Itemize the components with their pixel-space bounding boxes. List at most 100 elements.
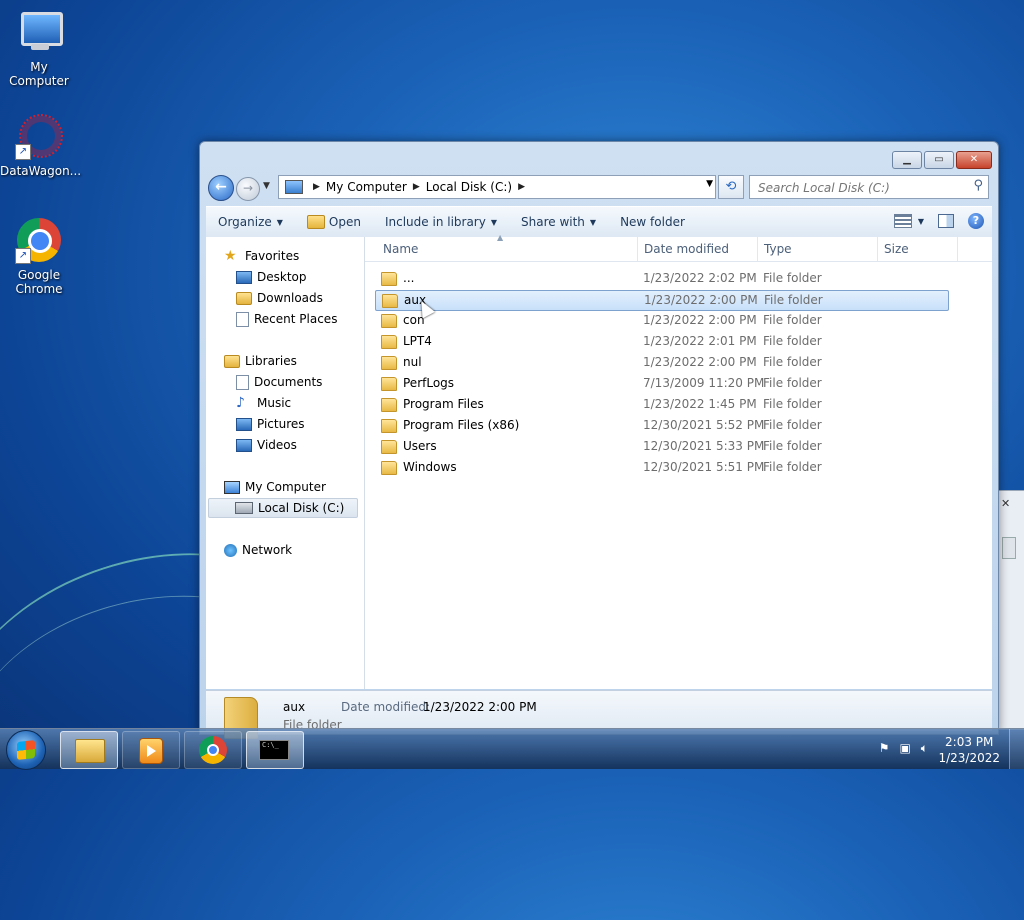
folder-icon	[381, 440, 397, 454]
search-box[interactable]: ⚲	[749, 175, 989, 199]
command-prompt-icon: C:\_	[259, 740, 289, 760]
table-row[interactable]: LPT4 1/23/2022 2:01 PM File folder	[375, 332, 947, 351]
column-divider[interactable]	[877, 237, 878, 261]
breadcrumb-local-disk[interactable]: Local Disk (C:)	[426, 180, 512, 194]
background-window[interactable]: ✕	[998, 490, 1024, 730]
new-folder-button[interactable]: New folder	[608, 215, 697, 229]
table-row[interactable]: Program Files (x86) 12/30/2021 5:52 PM Fil…	[375, 416, 947, 435]
nav-music[interactable]: ♪ Music	[236, 393, 291, 413]
scrollbar-thumb[interactable]	[1002, 537, 1016, 559]
column-header-name[interactable]: Name	[383, 242, 418, 256]
nav-libraries[interactable]: Libraries	[224, 351, 297, 371]
change-view-button[interactable]: ▼	[893, 214, 924, 228]
close-icon[interactable]: ✕	[1001, 497, 1010, 510]
table-row-selected[interactable]: aux 1/23/2022 2:00 PM File folder	[375, 290, 949, 311]
nav-videos[interactable]: Videos	[236, 435, 297, 455]
table-row[interactable]: Users 12/30/2021 5:33 PM File folder	[375, 437, 947, 456]
breadcrumb-my-computer[interactable]: My Computer	[326, 180, 407, 194]
share-with-button[interactable]: Share with ▼	[509, 215, 608, 229]
column-header-type[interactable]: Type	[764, 242, 792, 256]
nav-recent-places[interactable]: Recent Places	[236, 309, 337, 329]
taskbar-media-player-button[interactable]	[122, 731, 180, 769]
desktop-icon-google-chrome[interactable]: ↗ Google Chrome	[0, 216, 78, 296]
breadcrumb-arrow-icon[interactable]: ▶	[518, 182, 525, 192]
file-date: 1/23/2022 2:02 PM	[643, 271, 757, 285]
file-type: File folder	[763, 439, 822, 453]
details-name: aux	[283, 700, 306, 714]
show-desktop-button[interactable]	[1009, 729, 1024, 769]
table-row[interactable]: con 1/23/2022 2:00 PM File folder	[375, 311, 947, 330]
preview-pane-icon[interactable]	[938, 214, 954, 228]
column-divider[interactable]	[757, 237, 758, 261]
folder-icon	[382, 294, 398, 308]
open-button[interactable]: Open	[295, 215, 373, 229]
taskbar-cmd-button[interactable]: C:\_	[246, 731, 304, 769]
new-folder-label: New folder	[620, 215, 685, 229]
breadcrumb-arrow-icon[interactable]: ▶	[313, 182, 320, 192]
windows-logo-icon	[17, 740, 35, 760]
column-divider[interactable]	[637, 237, 638, 261]
nav-documents[interactable]: Documents	[236, 372, 322, 392]
videos-icon	[236, 438, 252, 452]
file-name: PerfLogs	[403, 376, 455, 390]
search-icon[interactable]: ⚲	[973, 178, 983, 193]
column-header-date[interactable]: Date modified	[644, 242, 729, 256]
datawagon-icon: ↗	[15, 112, 63, 160]
nav-libraries-label: Libraries	[245, 354, 297, 368]
nav-local-disk[interactable]: Local Disk (C:)	[208, 498, 358, 518]
navigation-pane: ★ Favorites Desktop Downloads Recent Plac…	[206, 237, 365, 689]
forward-button[interactable]: →	[236, 177, 260, 201]
history-dropdown-icon[interactable]: ▼	[263, 181, 270, 191]
nav-favorites[interactable]: ★ Favorites	[224, 246, 299, 266]
desktop-icon-datawagon[interactable]: ↗ DataWagon...	[0, 112, 81, 178]
column-divider[interactable]	[957, 237, 958, 261]
volume-icon[interactable]: 🔈︎	[921, 741, 928, 756]
search-input[interactable]	[756, 178, 960, 198]
nav-pictures[interactable]: Pictures	[236, 414, 305, 434]
action-center-flag-icon[interactable]: ⚑	[879, 741, 890, 756]
view-controls: ▼ ?	[893, 213, 984, 229]
table-row[interactable]: Program Files 1/23/2022 1:45 PM File folde…	[375, 395, 947, 414]
start-button[interactable]	[6, 730, 46, 770]
taskbar-explorer-button[interactable]	[60, 731, 118, 769]
back-button[interactable]: ←	[208, 175, 234, 201]
taskbar-chrome-button[interactable]	[184, 731, 242, 769]
file-list: ▲ Name Date modified Type Size ... 1/23/2…	[365, 233, 992, 689]
nav-desktop-label: Desktop	[257, 270, 307, 284]
file-type: File folder	[763, 397, 822, 411]
minimize-button[interactable]: ▁	[892, 151, 922, 169]
file-date: 1/23/2022 2:00 PM	[643, 313, 757, 327]
refresh-button[interactable]: ⟲	[718, 175, 744, 199]
help-icon[interactable]: ?	[968, 213, 984, 229]
address-dropdown-icon[interactable]: ▼	[706, 179, 713, 189]
explorer-window: ▁ ▭ ✕ ← → ▼ ▶ My Computer ▶ Local Disk (…	[199, 141, 999, 739]
address-bar[interactable]: ▶ My Computer ▶ Local Disk (C:) ▶ ▼	[278, 175, 716, 199]
file-name: Program Files	[403, 397, 484, 411]
details-date-label: Date modified:	[341, 700, 431, 714]
taskbar: C:\_ ⚑ ▣ 🔈︎ 2:03 PM 1/23/2022	[0, 728, 1024, 770]
table-row[interactable]: Windows 12/30/2021 5:51 PM File folder	[375, 458, 947, 477]
open-label: Open	[328, 215, 361, 229]
notification-area: ⚑ ▣ 🔈︎	[879, 741, 928, 756]
folder-icon	[381, 335, 397, 349]
file-name: ...	[403, 271, 415, 285]
nav-downloads[interactable]: Downloads	[236, 288, 323, 308]
nav-network[interactable]: Network	[224, 540, 292, 560]
column-header-size[interactable]: Size	[884, 242, 909, 256]
file-date: 12/30/2021 5:52 PM	[643, 418, 765, 432]
chevron-down-icon: ▼	[276, 217, 283, 227]
breadcrumb-arrow-icon[interactable]: ▶	[413, 182, 420, 192]
desktop-icon-my-computer[interactable]: My Computer	[0, 8, 78, 88]
table-row[interactable]: ... 1/23/2022 2:02 PM File folder	[375, 269, 947, 288]
table-row[interactable]: PerfLogs 7/13/2009 11:20 PM File folder	[375, 374, 947, 393]
maximize-button[interactable]: ▭	[924, 151, 954, 169]
nav-desktop[interactable]: Desktop	[236, 267, 307, 287]
nav-my-computer[interactable]: My Computer	[224, 477, 326, 497]
organize-button[interactable]: Organize ▼	[206, 215, 295, 229]
table-row[interactable]: nul 1/23/2022 2:00 PM File folder	[375, 353, 947, 372]
clock[interactable]: 2:03 PM 1/23/2022	[938, 734, 1000, 766]
close-button[interactable]: ✕	[956, 151, 992, 169]
folder-open-icon	[306, 215, 325, 229]
include-in-library-button[interactable]: Include in library ▼	[373, 215, 509, 229]
network-tray-icon[interactable]: ▣	[899, 741, 910, 756]
